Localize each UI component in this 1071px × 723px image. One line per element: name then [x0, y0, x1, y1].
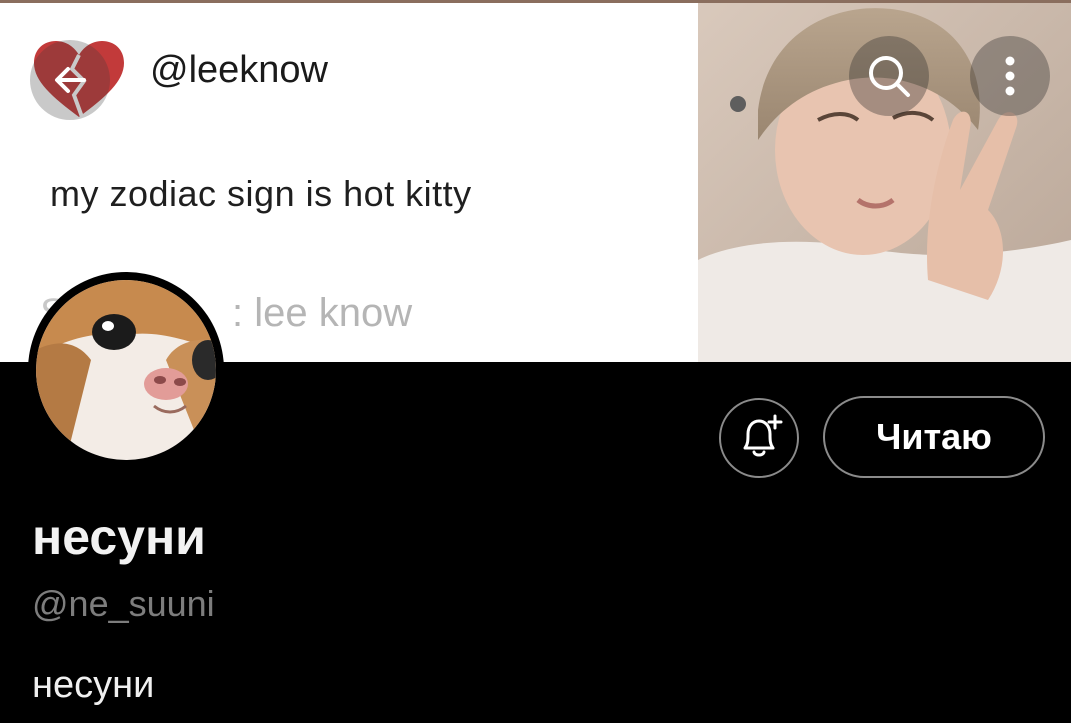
profile-bio: несуни	[32, 664, 155, 706]
arrow-left-icon	[55, 67, 86, 93]
tweet-text: my zodiac sign is hot kitty	[50, 173, 472, 214]
more-vertical-icon	[1005, 56, 1015, 96]
cat-avatar-image	[36, 280, 216, 460]
notifications-button[interactable]	[719, 398, 799, 478]
banner-top-border	[0, 0, 1071, 3]
profile-display-name: несуни	[32, 509, 206, 565]
following-button[interactable]: Читаю	[823, 396, 1045, 478]
bell-plus-icon	[743, 414, 783, 457]
back-button[interactable]	[30, 40, 110, 120]
search-icon	[869, 56, 910, 97]
tweet-source: : lee know	[232, 291, 413, 335]
search-button[interactable]	[849, 36, 929, 116]
profile-avatar[interactable]	[28, 272, 224, 468]
tweet-handle: @leeknow	[150, 49, 328, 91]
more-options-button[interactable]	[970, 36, 1050, 116]
profile-handle: @ne_suuni	[32, 583, 215, 624]
